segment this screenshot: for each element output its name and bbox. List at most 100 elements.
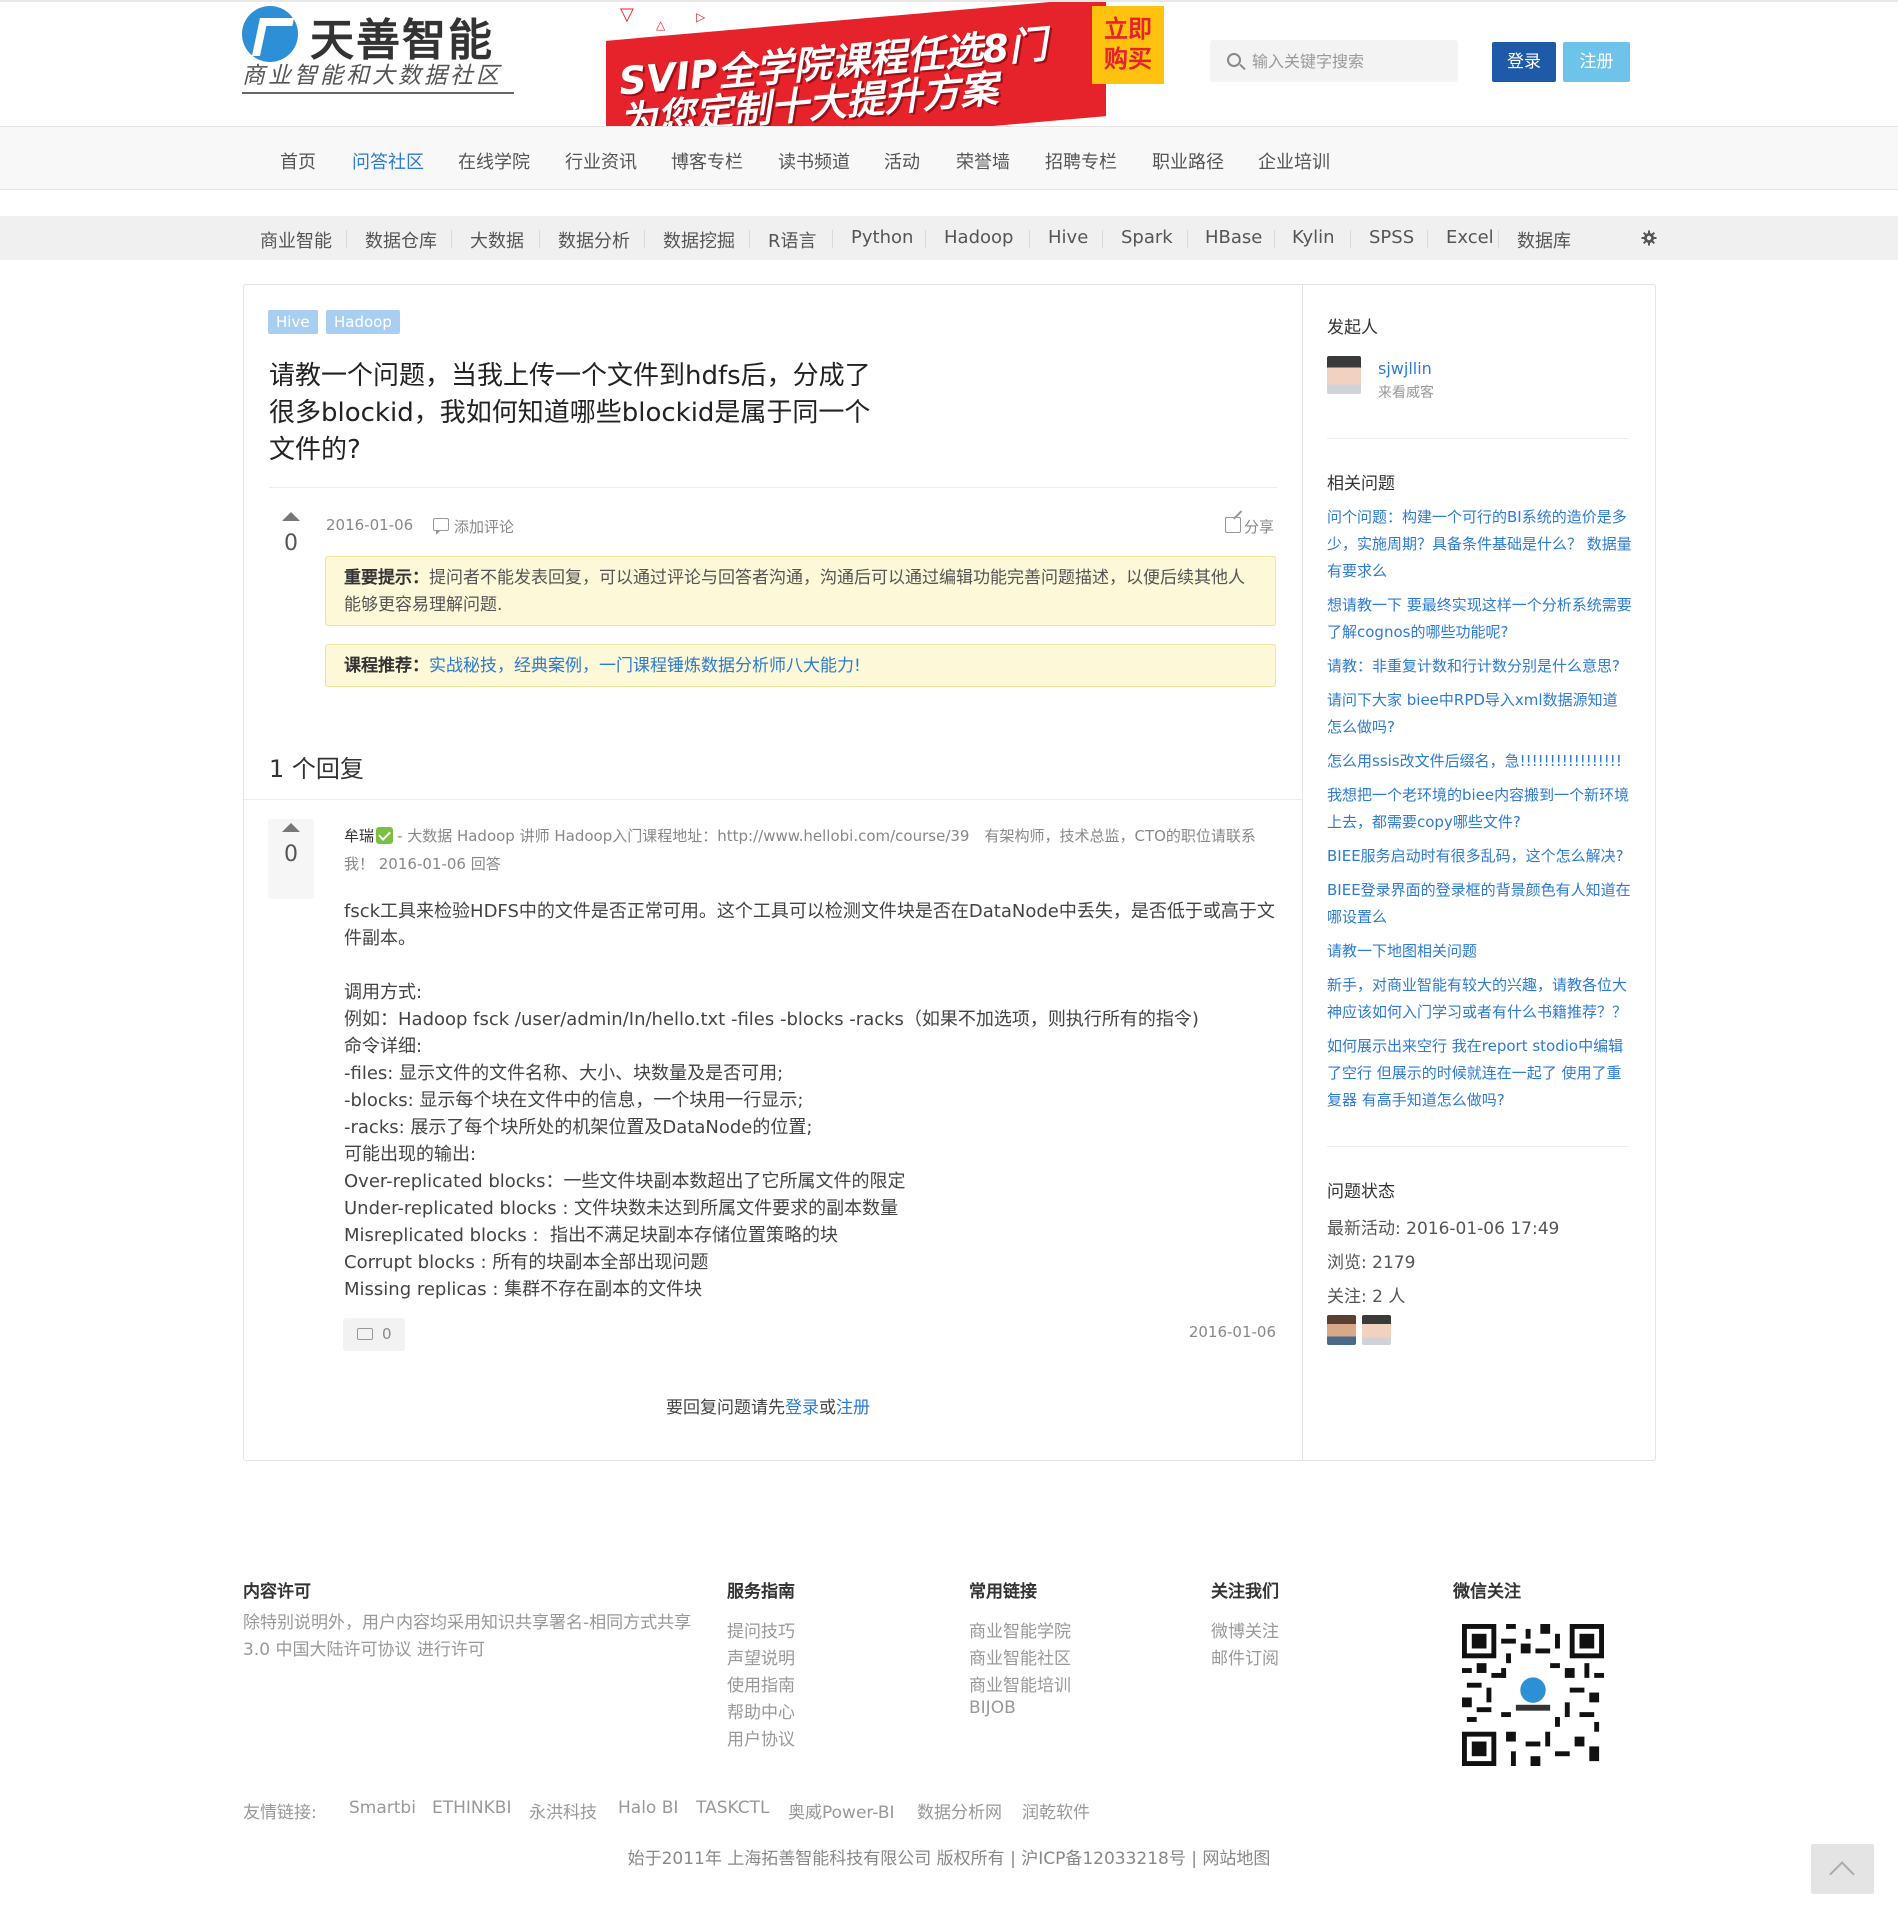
related-question-link[interactable]: BIEE服务启动时有很多乱码，这个怎么解决? (1327, 843, 1632, 870)
related-question-link[interactable]: 问个问题：构建一个可行的BI系统的造价是多少，实施周期？具备条件基础是什么？ 数… (1327, 504, 1632, 585)
search-input[interactable] (1252, 48, 1448, 74)
register-button[interactable]: 注册 (1563, 42, 1630, 82)
footer-common-heading: 常用链接 (969, 1582, 1037, 1602)
topic-item[interactable]: HBase (1205, 227, 1262, 248)
nav-item-books[interactable]: 读书频道 (778, 148, 850, 174)
nav-item-events[interactable]: 活动 (884, 148, 920, 174)
friend-link[interactable]: Smartbi (349, 1798, 416, 1818)
related-question-link[interactable]: 请教一下地图相关问题 (1327, 938, 1632, 965)
footer-common-link[interactable]: 商业智能培训 (969, 1671, 1071, 1696)
comment-icon[interactable] (433, 518, 449, 535)
answer-comment-button[interactable]: 0 (343, 1318, 405, 1351)
banner-buy-line-1: 立即 (1104, 15, 1152, 43)
related-heading: 相关问题 (1327, 474, 1395, 494)
asker-avatar[interactable] (1327, 356, 1361, 394)
topic-divider (1102, 230, 1103, 248)
topic-item[interactable]: 数据库 (1517, 227, 1571, 253)
topic-item[interactable]: 数据分析 (558, 227, 630, 253)
notice-label: 重要提示： (344, 568, 429, 588)
footer-common-link[interactable]: BIJOB (969, 1698, 1016, 1718)
friend-link[interactable]: Halo BI (618, 1798, 678, 1818)
nav-item-training[interactable]: 企业培训 (1258, 148, 1330, 174)
footer-service-link[interactable]: 帮助中心 (727, 1698, 795, 1723)
related-question-link[interactable]: BIEE登录界面的登录框的背景颜色有人知道在哪设置么 (1327, 877, 1632, 931)
vote-up-icon[interactable] (282, 823, 300, 832)
topic-divider (346, 230, 347, 248)
view-count: 浏览: 2179 (1327, 1253, 1416, 1273)
answer-author[interactable]: 牟瑞 (344, 827, 374, 845)
topic-item[interactable]: Hadoop (944, 227, 1013, 248)
site-logo[interactable]: 天善智能 商业智能和大数据社区 (242, 4, 522, 104)
course-recommendation: 课程推荐：实战秘技，经典案例，一门课程锤炼数据分析师八大能力! (325, 644, 1276, 687)
topic-item[interactable]: SPSS (1369, 227, 1414, 248)
banner-buy-button[interactable]: 立即 购买 (1092, 6, 1164, 84)
topic-item[interactable]: 商业智能 (260, 227, 332, 253)
follower-avatar[interactable] (1362, 1315, 1391, 1345)
nav-item-news[interactable]: 行业资讯 (565, 148, 637, 174)
site-header: 天善智能 商业智能和大数据社区 ▽ △ ▷ SVIP全学院课程任选8门 为您定制… (0, 0, 1898, 128)
back-to-top-button[interactable] (1811, 1844, 1874, 1894)
friend-link[interactable]: TASKCTL (696, 1798, 769, 1818)
footer-follow-link[interactable]: 邮件订阅 (1211, 1644, 1279, 1669)
topic-item[interactable]: 数据挖掘 (663, 227, 735, 253)
topic-item[interactable]: 数据仓库 (365, 227, 437, 253)
nav-item-career[interactable]: 职业路径 (1152, 148, 1224, 174)
add-comment-link[interactable]: 添加评论 (454, 516, 514, 537)
reply-register-link[interactable]: 注册 (836, 1398, 870, 1418)
topic-item[interactable]: Spark (1121, 227, 1173, 248)
footer-service-link[interactable]: 声望说明 (727, 1644, 795, 1669)
search-icon[interactable] (1227, 53, 1241, 67)
friend-link[interactable]: 润乾软件 (1022, 1798, 1090, 1823)
share-icon[interactable] (1225, 517, 1241, 533)
promo-banner[interactable]: ▽ △ ▷ SVIP全学院课程任选8门 为您定制十大提升方案 立即 购买 (606, 2, 1164, 128)
topic-item[interactable]: 大数据 (470, 227, 524, 253)
footer-license-text: 除特别说明外，用户内容均采用知识共享署名-相同方式共享 3.0 中国大陆许可协议… (243, 1613, 692, 1660)
footer-service-link[interactable]: 提问技巧 (727, 1617, 795, 1642)
follower-avatar[interactable] (1327, 1315, 1356, 1345)
divider (1327, 1146, 1629, 1147)
question-title: 请教一个问题，当我上传一个文件到hdfs后，分成了很多blockid，我如何知道… (269, 361, 871, 465)
nav-item-jobs[interactable]: 招聘专栏 (1045, 148, 1117, 174)
topic-divider (925, 230, 926, 248)
nav-item-honor[interactable]: 荣誉墙 (956, 148, 1010, 174)
nav-item-home[interactable]: 首页 (280, 148, 316, 174)
asker-name[interactable]: sjwjllin (1378, 359, 1432, 378)
answer-body: fsck工具来检验HDFS中的文件是否正常可用。这个工具可以检测文件块是否在Da… (344, 898, 1276, 1303)
nav-item-blog[interactable]: 博客专栏 (671, 148, 743, 174)
footer-service-link[interactable]: 使用指南 (727, 1671, 795, 1696)
gear-icon[interactable] (1641, 230, 1657, 246)
related-question-link[interactable]: 如何展示出来空行 我在report stodio中编辑了空行 但展示的时候就连在… (1327, 1033, 1632, 1114)
footer-common-link[interactable]: 商业智能社区 (969, 1644, 1071, 1669)
related-question-link[interactable]: 请问下大家 biee中RPD导入xml数据源知道怎么做吗? (1327, 687, 1632, 741)
friend-link[interactable]: 奥威Power-BI (788, 1798, 895, 1823)
topic-item[interactable]: R语言 (768, 227, 817, 253)
topic-item[interactable]: Hive (1048, 227, 1088, 248)
topic-divider (749, 230, 750, 248)
footer-follow-link[interactable]: 微博关注 (1211, 1617, 1279, 1642)
topic-item[interactable]: Kylin (1292, 227, 1335, 248)
friend-link[interactable]: 永洪科技 (529, 1798, 597, 1823)
answer-line: -files: 显示文件的文件名称、大小、块数量及是否可用; (344, 1063, 784, 1084)
course-link[interactable]: 实战秘技，经典案例，一门课程锤炼数据分析师八大能力! (429, 656, 861, 676)
related-question-link[interactable]: 我想把一个老环境的biee内容搬到一个新环境上去，都需要copy哪些文件? (1327, 782, 1632, 836)
friend-link[interactable]: 数据分析网 (917, 1798, 1002, 1823)
question-vote: 0 (269, 512, 313, 556)
nav-item-qa[interactable]: 问答社区 (352, 148, 424, 174)
topic-item[interactable]: Python (851, 227, 913, 248)
friend-link[interactable]: ETHINKBI (432, 1798, 511, 1818)
footer-service-link[interactable]: 用户协议 (727, 1725, 795, 1750)
nav-item-academy[interactable]: 在线学院 (458, 148, 530, 174)
reply-login-link[interactable]: 登录 (785, 1398, 819, 1418)
share-link[interactable]: 分享 (1244, 516, 1274, 537)
related-question-link[interactable]: 想请教一下 要最终实现这样一个分析系统需要了解cognos的哪些功能呢? (1327, 592, 1632, 646)
related-question-link[interactable]: 请教：非重复计数和行计数分别是什么意思? (1327, 653, 1632, 680)
related-question-link[interactable]: 新手，对商业智能有较大的兴趣，请教各位大神应该如何入门学习或者有什么书籍推荐？？ (1327, 972, 1632, 1026)
vote-up-icon[interactable] (282, 512, 300, 521)
question-tag-hive[interactable]: Hive (268, 310, 318, 334)
question-tag-hadoop[interactable]: Hadoop (326, 310, 400, 334)
login-button[interactable]: 登录 (1492, 42, 1556, 82)
related-question-link[interactable]: 怎么用ssis改文件后缀名，急!!!!!!!!!!!!!!!!! (1327, 748, 1632, 775)
footer-common-link[interactable]: 商业智能学院 (969, 1617, 1071, 1642)
answer-line: Under-replicated blocks : 文件块数未达到所属文件要求的… (344, 1198, 899, 1219)
topic-item[interactable]: Excel (1446, 227, 1494, 248)
